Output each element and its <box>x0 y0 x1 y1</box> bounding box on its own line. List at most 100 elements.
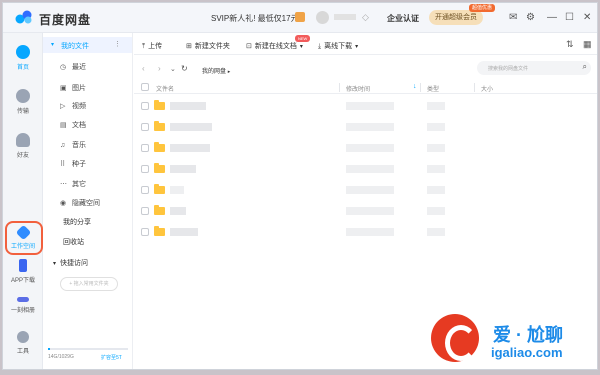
select-all-checkbox[interactable] <box>141 83 149 91</box>
upgrade-svip-button[interactable]: 开通超级会员 <box>429 10 483 25</box>
leftbar-item-app-download[interactable]: APP下载 <box>3 259 43 284</box>
album-icon <box>17 297 29 302</box>
storage-progress-fill <box>48 348 50 350</box>
avatar[interactable] <box>316 11 329 24</box>
nav-item-images[interactable]: ▣ 图片 <box>60 83 86 93</box>
table-row[interactable] <box>134 117 597 137</box>
sort-icon[interactable]: ⇅ <box>566 39 574 50</box>
expand-storage-link[interactable]: 扩容至5T <box>101 354 122 361</box>
chevron-down-icon: ▾ <box>299 44 303 50</box>
nav-my-share[interactable]: 我的分享 <box>63 217 91 227</box>
watermark-logo-icon <box>431 314 479 362</box>
file-name[interactable] <box>170 144 210 152</box>
column-header-modified[interactable]: 修改时间 <box>346 84 370 93</box>
settings-icon[interactable]: ⚙ <box>526 12 535 23</box>
nav-item-torrents[interactable]: ⠿ 种子 <box>60 159 86 169</box>
file-name[interactable] <box>170 207 186 215</box>
column-header-type[interactable]: 类型 <box>427 84 439 93</box>
modified-time <box>346 228 394 236</box>
forward-icon[interactable]: › <box>158 64 161 73</box>
column-header-name[interactable]: 文件名 <box>156 84 174 93</box>
nav-quick-access[interactable]: ▾ 快捷访问 <box>53 258 88 268</box>
refresh-icon[interactable]: ↻ <box>181 64 188 73</box>
search-icon[interactable]: ⌕ <box>583 62 587 72</box>
cloud-icon <box>16 45 30 59</box>
table-row[interactable] <box>134 201 597 221</box>
maximize-icon[interactable]: ☐ <box>565 12 574 23</box>
new-folder-button[interactable]: ⊞ 新建文件夹 <box>186 41 230 51</box>
modified-time <box>346 186 394 194</box>
offline-download-button[interactable]: ⤓ 离线下载 ▾ <box>318 41 358 51</box>
torrent-icon: ⠿ <box>60 161 66 168</box>
grid-view-icon[interactable]: ▦ <box>583 39 592 50</box>
upload-icon: ⤒ <box>142 43 146 50</box>
hidden-space-icon: ◉ <box>60 200 67 207</box>
sort-descending-icon[interactable]: ↓ <box>413 83 417 90</box>
column-divider[interactable] <box>339 83 340 92</box>
row-checkbox[interactable] <box>141 228 149 236</box>
folder-icon <box>154 100 165 110</box>
breadcrumb[interactable]: 我的网盘 ▸ <box>202 66 230 75</box>
mail-icon[interactable]: ✉ <box>509 12 517 23</box>
table-row[interactable] <box>134 159 597 179</box>
column-divider[interactable] <box>420 83 421 92</box>
new-online-doc-button[interactable]: ⊡ 新建在线文档 ▾ <box>246 41 303 51</box>
table-row[interactable] <box>134 96 597 116</box>
doc-plus-icon: ⊡ <box>246 43 252 50</box>
leftbar-item-transfer[interactable]: 传输 <box>3 89 43 115</box>
table-row[interactable] <box>134 222 597 242</box>
gift-icon[interactable] <box>295 12 305 22</box>
breadcrumb-arrow-icon: ▸ <box>227 69 231 75</box>
friends-icon <box>16 133 30 147</box>
back-icon[interactable]: ‹ <box>142 64 145 73</box>
table-header: 文件名 修改时间 ↓ 类型 大小 <box>134 80 597 94</box>
row-checkbox[interactable] <box>141 102 149 110</box>
enterprise-verify-link[interactable]: 企业认证 <box>387 13 419 24</box>
file-name[interactable] <box>170 102 206 110</box>
row-checkbox[interactable] <box>141 123 149 131</box>
row-checkbox[interactable] <box>141 207 149 215</box>
clock-icon: ◷ <box>60 64 67 71</box>
column-header-size[interactable]: 大小 <box>481 84 493 93</box>
column-divider[interactable] <box>474 83 475 92</box>
table-row[interactable] <box>134 180 597 200</box>
file-type <box>427 207 445 215</box>
username[interactable] <box>334 14 356 20</box>
other-icon: ⋯ <box>60 181 67 188</box>
nav-item-documents[interactable]: ▤ 文档 <box>60 120 86 130</box>
leftbar-item-home[interactable]: 首页 <box>3 45 43 71</box>
leftbar-item-tools[interactable]: 工具 <box>3 331 43 355</box>
leftbar-item-friends[interactable]: 好友 <box>3 133 43 159</box>
file-name[interactable] <box>170 228 198 236</box>
nav-my-files[interactable]: ▾ 我的文件 ⋮ <box>43 37 132 53</box>
diamond-icon[interactable]: ◇ <box>362 12 369 23</box>
folder-icon <box>154 163 165 173</box>
row-checkbox[interactable] <box>141 165 149 173</box>
nav-item-hidden-space[interactable]: ◉ 隐藏空间 <box>60 198 100 208</box>
nav-item-recent[interactable]: ◷ 最近 <box>60 62 86 72</box>
nav-item-other[interactable]: ⋯ 其它 <box>60 179 86 189</box>
file-name[interactable] <box>170 165 196 173</box>
nav-recycle-bin[interactable]: 回收站 <box>63 237 84 247</box>
table-row[interactable] <box>134 138 597 158</box>
row-checkbox[interactable] <box>141 186 149 194</box>
search-input[interactable]: 搜索我的网盘文件 ⌕ <box>477 61 591 75</box>
file-type <box>427 186 445 194</box>
svip-promo-link[interactable]: SVIP新人礼! 最低仅17元 <box>211 13 299 24</box>
file-name[interactable] <box>170 123 212 131</box>
minimize-icon[interactable]: — <box>547 12 557 23</box>
caret-down-icon[interactable]: ▾ <box>51 41 54 48</box>
leftbar-item-album[interactable]: 一刻相册 <box>3 291 43 314</box>
file-name[interactable] <box>170 186 184 194</box>
upgrade-badge: 超值优惠 <box>469 4 496 12</box>
app-title: 百度网盘 <box>39 13 92 27</box>
file-type <box>427 102 445 110</box>
close-icon[interactable]: ✕ <box>583 12 591 23</box>
more-icon[interactable]: ⋮ <box>114 40 121 48</box>
row-checkbox[interactable] <box>141 144 149 152</box>
upload-button[interactable]: ⤒ 上传 <box>142 41 162 51</box>
add-quick-access-button[interactable]: + 拖入常用文件夹 <box>60 277 118 291</box>
chevron-down-icon[interactable]: ⌄ <box>170 65 176 73</box>
nav-item-music[interactable]: ♫ 音乐 <box>60 140 86 150</box>
nav-item-videos[interactable]: ▷ 视频 <box>60 101 86 111</box>
